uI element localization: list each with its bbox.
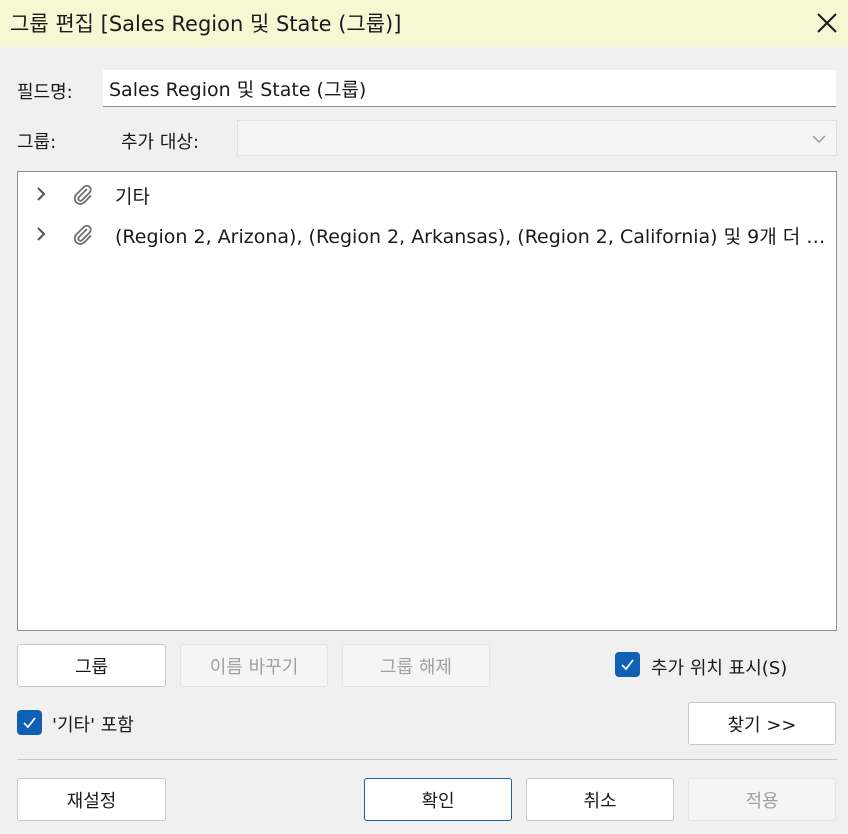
group-tree[interactable]: 기타 (Region 2, Arizona), (Region 2, Arkan…	[17, 171, 837, 631]
close-button[interactable]	[806, 2, 848, 44]
window-title: 그룹 편집 [Sales Region 및 State (그룹)]	[10, 12, 402, 36]
chevron-right-icon[interactable]	[32, 225, 50, 243]
show-add-location-checkbox[interactable]	[615, 652, 640, 677]
find-button[interactable]: 찾기 >>	[688, 702, 836, 745]
chevron-right-icon[interactable]	[32, 185, 50, 203]
close-icon	[817, 13, 837, 33]
reset-button[interactable]: 재설정	[17, 778, 166, 821]
include-other-checkbox[interactable]	[17, 710, 42, 735]
paperclip-icon	[73, 224, 92, 245]
checkmark-icon	[621, 659, 634, 671]
rename-button[interactable]: 이름 바꾸기	[180, 644, 328, 687]
cancel-button[interactable]: 취소	[526, 778, 674, 821]
apply-button[interactable]: 적용	[688, 778, 836, 821]
group-button[interactable]: 그룹	[17, 644, 166, 687]
tree-item-label: 기타	[115, 186, 150, 208]
title-bar: 그룹 편집 [Sales Region 및 State (그룹)]	[0, 0, 848, 47]
show-add-location-label[interactable]: 추가 위치 표시(S)	[651, 654, 787, 680]
chevron-down-icon	[812, 135, 826, 144]
group-label: 그룹:	[17, 132, 57, 153]
tree-item-region-states[interactable]: (Region 2, Arizona), (Region 2, Arkansas…	[18, 214, 836, 254]
field-name-input[interactable]	[103, 70, 836, 107]
add-to-label: 추가 대상:	[121, 132, 200, 153]
tree-item-label: (Region 2, Arizona), (Region 2, Arkansas…	[115, 226, 829, 248]
include-other-label[interactable]: '기타' 포함	[52, 711, 134, 737]
footer-divider	[17, 759, 837, 760]
ungroup-button[interactable]: 그룹 해제	[342, 644, 490, 687]
ok-button[interactable]: 확인	[364, 778, 512, 821]
paperclip-icon	[73, 184, 92, 205]
add-to-dropdown[interactable]	[237, 120, 837, 156]
checkmark-icon	[23, 717, 36, 729]
field-name-label: 필드명:	[17, 82, 73, 103]
tree-item-other[interactable]: 기타	[18, 174, 836, 214]
